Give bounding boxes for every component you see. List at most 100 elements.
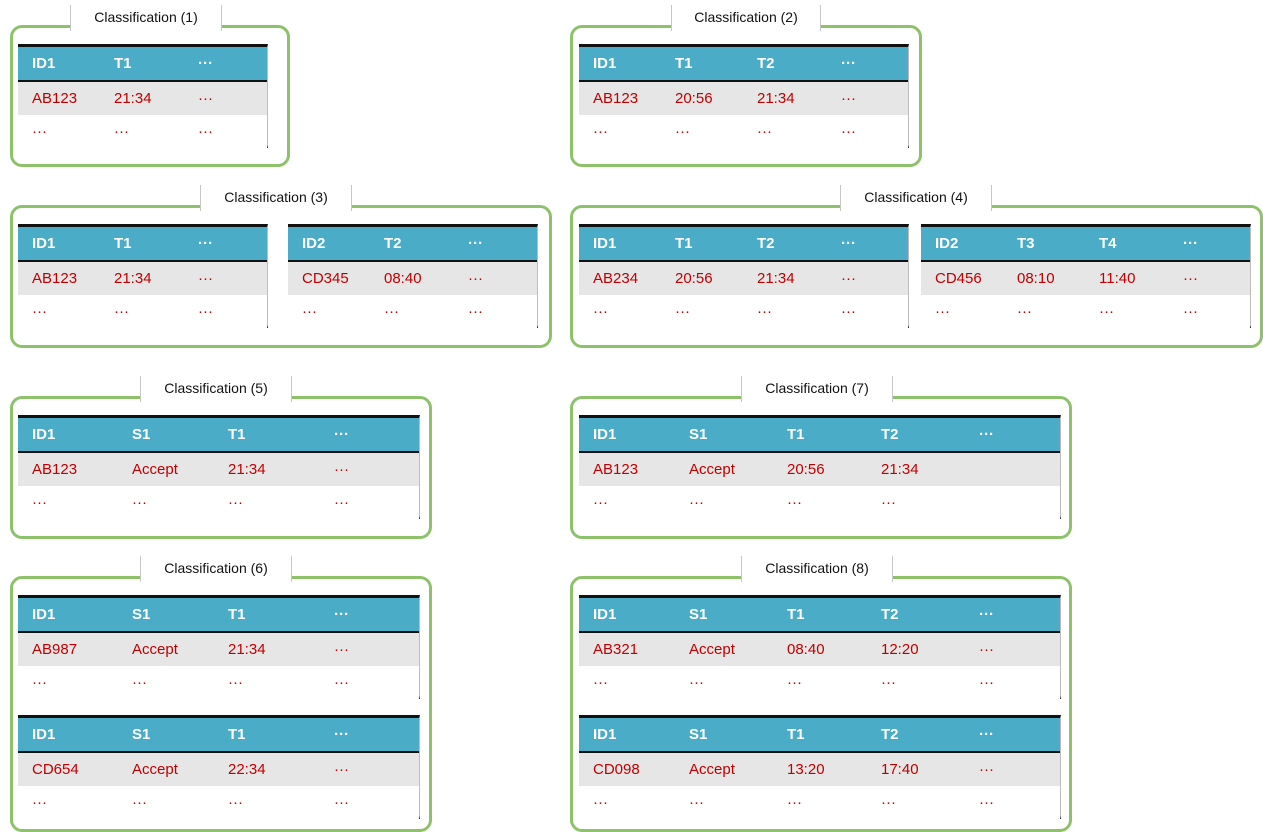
table-row: ··· ··· ···: [18, 115, 267, 148]
data-table: ID1 S1 T1 T2 ··· AB321 Accept 08:40 12:20 ··· ··· ·…: [579, 595, 1061, 699]
table-cell: 08:10: [1017, 270, 1055, 287]
table-row: AB123 Accept 21:34 ···: [18, 453, 419, 486]
table-row: ··· ··· ··· ···: [579, 295, 908, 328]
classification-title: Classification (1): [70, 5, 222, 31]
table-cell: AB987: [32, 641, 78, 658]
classification-title: Classification (8): [741, 556, 893, 582]
table-row: AB123 20:56 21:34 ···: [579, 82, 908, 115]
table-cell: ···: [935, 303, 950, 320]
column-header-t3: T3: [1017, 235, 1035, 252]
column-header-s1: S1: [689, 606, 708, 623]
column-header-more: ···: [334, 606, 349, 623]
table-header-row: ID1 T1 ···: [18, 227, 267, 262]
table-header-row: ID2 T3 T4 ···: [921, 227, 1250, 262]
data-table: ID1 T1 ··· AB123 21:34 ··· ··· ··· ···: [18, 44, 268, 148]
column-header-t1: T1: [787, 726, 805, 743]
column-header-id1: ID1: [593, 55, 617, 72]
table-cell: ···: [841, 90, 856, 107]
table-cell: ···: [198, 270, 213, 287]
classification-title: Classification (5): [140, 376, 292, 402]
table-cell: 22:34: [228, 761, 266, 778]
column-header-s1: S1: [132, 606, 151, 623]
table-cell: AB123: [32, 90, 78, 107]
table-cell: CD654: [32, 761, 79, 778]
table-cell: ···: [468, 303, 483, 320]
table-cell: ···: [198, 90, 213, 107]
column-header-t2: T2: [881, 426, 899, 443]
table-cell: ···: [32, 674, 47, 691]
table-cell: AB123: [32, 461, 78, 478]
column-header-t2: T2: [757, 55, 775, 72]
table-cell: ···: [228, 794, 243, 811]
column-header-id1: ID1: [32, 726, 56, 743]
column-header-id2: ID2: [935, 235, 959, 252]
column-header-t2: T2: [757, 235, 775, 252]
table-row: AB123 Accept 20:56 21:34: [579, 453, 1060, 486]
data-table: ID1 S1 T1 ··· AB123 Accept 21:34 ··· ··· ··· ··· ··…: [18, 415, 420, 519]
table-cell: ···: [1183, 303, 1198, 320]
column-header-more: ···: [1183, 235, 1198, 252]
table-cell: Accept: [132, 641, 178, 658]
table-cell: ···: [979, 794, 994, 811]
table-cell: ···: [1017, 303, 1032, 320]
table-cell: ···: [881, 794, 896, 811]
table-cell: ···: [787, 494, 802, 511]
table-cell: 08:40: [787, 641, 825, 658]
column-header-s1: S1: [132, 726, 151, 743]
column-header-t2: T2: [881, 726, 899, 743]
column-header-t1: T1: [114, 55, 132, 72]
column-header-id1: ID1: [593, 606, 617, 623]
column-header-t1: T1: [228, 606, 246, 623]
column-header-t2: T2: [881, 606, 899, 623]
table-cell: ···: [593, 123, 608, 140]
column-header-more: ···: [334, 426, 349, 443]
table-cell: 13:20: [787, 761, 825, 778]
table-cell: 12:20: [881, 641, 919, 658]
table-cell: ···: [1183, 270, 1198, 287]
table-header-row: ID1 S1 T1 ···: [18, 718, 419, 753]
table-cell: ···: [689, 494, 704, 511]
column-header-t1: T1: [787, 426, 805, 443]
column-header-more: ···: [979, 726, 994, 743]
column-header-t1: T1: [114, 235, 132, 252]
table-cell: ···: [593, 674, 608, 691]
table-cell: ···: [132, 794, 147, 811]
table-cell: 17:40: [881, 761, 919, 778]
table-cell: ···: [881, 674, 896, 691]
table-cell: 21:34: [228, 641, 266, 658]
classification-title: Classification (2): [671, 5, 821, 31]
column-header-s1: S1: [132, 426, 151, 443]
column-header-more: ···: [979, 426, 994, 443]
table-header-row: ID1 T1 T2 ···: [579, 227, 908, 262]
table-cell: ···: [593, 303, 608, 320]
table-cell: CD098: [593, 761, 640, 778]
table-cell: ···: [841, 123, 856, 140]
table-cell: ···: [32, 494, 47, 511]
table-cell: ···: [689, 674, 704, 691]
table-row: AB234 20:56 21:34 ···: [579, 262, 908, 295]
column-header-more: ···: [198, 55, 213, 72]
table-cell: ···: [32, 303, 47, 320]
data-table: ID1 T1 ··· AB123 21:34 ··· ··· ··· ···: [18, 224, 268, 328]
table-cell: 08:40: [384, 270, 422, 287]
table-cell: 21:34: [881, 461, 919, 478]
table-cell: ···: [675, 303, 690, 320]
table-cell: ···: [841, 303, 856, 320]
table-cell: ···: [979, 761, 994, 778]
data-table: ID1 S1 T1 ··· AB987 Accept 21:34 ··· ··· ··· ··· ··…: [18, 595, 420, 699]
table-row: ··· ··· ··· ··· ···: [579, 666, 1060, 699]
table-cell: 21:34: [757, 270, 795, 287]
table-cell: AB234: [593, 270, 639, 287]
table-cell: ···: [114, 123, 129, 140]
table-cell: ···: [593, 494, 608, 511]
table-row: AB321 Accept 08:40 12:20 ···: [579, 633, 1060, 666]
column-header-more: ···: [841, 55, 856, 72]
table-cell: 21:34: [114, 90, 152, 107]
column-header-id1: ID1: [32, 55, 56, 72]
table-cell: ···: [675, 123, 690, 140]
table-cell: AB321: [593, 641, 639, 658]
classification-title: Classification (3): [200, 185, 352, 211]
table-header-row: ID1 T1 ···: [18, 47, 267, 82]
table-row: ··· ··· ··· ···: [18, 786, 419, 819]
table-cell: ···: [334, 674, 349, 691]
